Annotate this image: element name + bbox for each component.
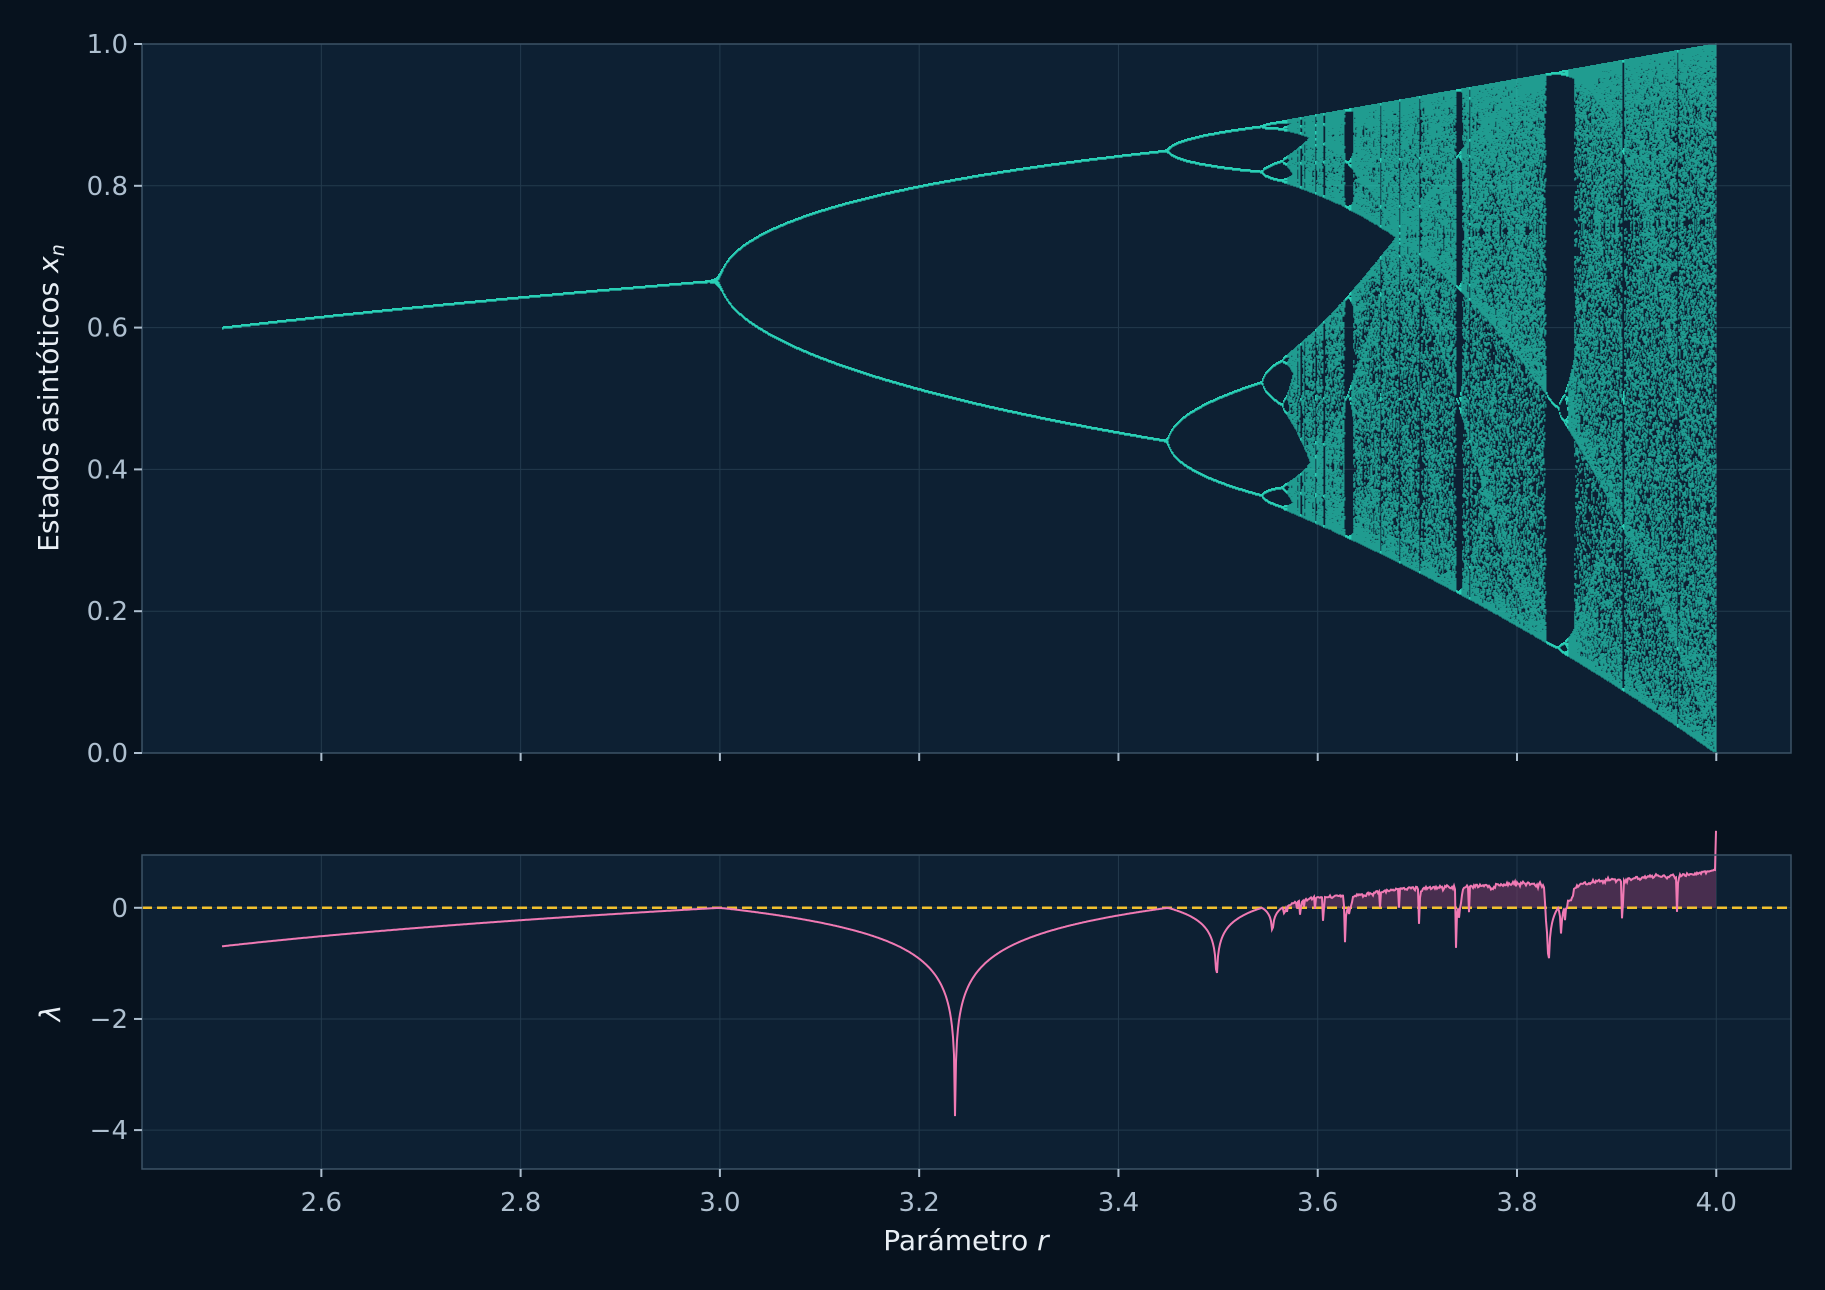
bifurcation-x-ticks: [320, 753, 1718, 761]
x-tick-label: 3.4: [1098, 1188, 1139, 1218]
bifurcation-y-tick-label: 0.0: [87, 739, 128, 769]
x-tick-label: 3.8: [1496, 1188, 1537, 1218]
lyapunov-y-tick-label: −2: [90, 1005, 128, 1035]
x-tick-label: 3.6: [1297, 1188, 1338, 1218]
bifurcation-y-tick-label: 0.8: [87, 172, 128, 202]
x-tick-label: 4.0: [1696, 1188, 1737, 1218]
bifurcation-point: [1343, 109, 1345, 537]
figure: 0.0 0.2 0.4 0.6 0.8 1.0 Estados asintóticos x…: [32, 30, 1792, 1257]
bifurcation-y-ticks: 0.0 0.2 0.4 0.6 0.8 1.0: [87, 30, 142, 769]
x-axis-label: Parámetro r: [883, 1224, 1050, 1257]
bifurcation-y-tick-label: 0.6: [87, 314, 128, 344]
lyapunov-y-tick-label: 0: [111, 894, 128, 924]
lyapunov-y-axis-label: λ: [34, 1005, 67, 1024]
x-tick-label: 2.6: [301, 1188, 342, 1218]
x-tick-label: 2.8: [500, 1188, 541, 1218]
lyapunov-x-ticks: 2.6 2.8 3.0 3.2 3.4 3.6 3.8 4.0: [301, 1169, 1737, 1218]
bifurcation-y-tick-label: 1.0: [87, 30, 128, 60]
lyapunov-panel: −4 −2 0 2.6 2.8 3.0 3.2 3.4 3.6 3.8 4.0 λ Parámet…: [34, 830, 1792, 1257]
x-tick-label: 3.0: [699, 1188, 740, 1218]
x-tick-label: 3.2: [898, 1188, 939, 1218]
bifurcation-y-tick-label: 0.2: [87, 597, 128, 627]
bifurcation-point: [1654, 54, 1656, 712]
bifurcation-y-axis-label: Estados asintóticos xn: [32, 244, 69, 552]
lyapunov-y-tick-label: −4: [90, 1116, 128, 1146]
bifurcation-panel: 0.0 0.2 0.4 0.6 0.8 1.0 Estados asintóticos x…: [32, 30, 1792, 769]
bifurcation-point: [1438, 92, 1440, 584]
bifurcation-y-tick-label: 0.4: [87, 455, 128, 485]
lyapunov-y-ticks: −4 −2 0: [90, 894, 142, 1146]
